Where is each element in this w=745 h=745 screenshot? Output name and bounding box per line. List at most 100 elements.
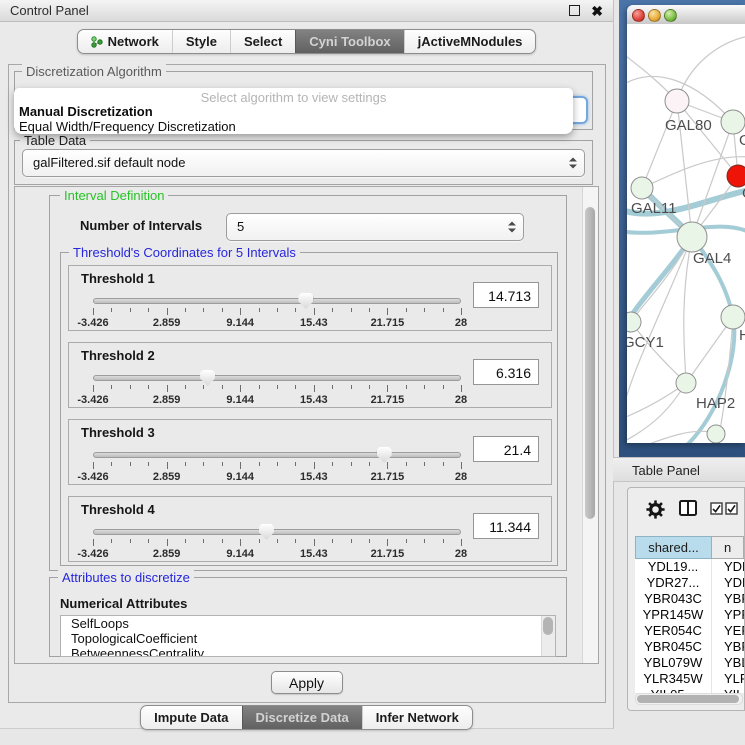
- slider-tick: [314, 308, 315, 315]
- network-node-gal80[interactable]: [665, 89, 689, 113]
- threshold-value-field[interactable]: 21.4: [473, 436, 539, 462]
- slider-handle[interactable]: [200, 370, 215, 386]
- threshold-value-field[interactable]: 14.713: [473, 282, 539, 308]
- minimize-traffic-light-icon[interactable]: [648, 9, 661, 22]
- table-data-value: galFiltered.sif default node: [33, 150, 185, 175]
- slider-tick: [148, 385, 149, 389]
- slider-track[interactable]: [93, 452, 461, 458]
- column-header[interactable]: n: [712, 536, 744, 559]
- slider-track[interactable]: [93, 529, 461, 535]
- slider-tick: [185, 462, 186, 466]
- network-window-titlebar[interactable]: [627, 5, 745, 25]
- slider-tick: [130, 308, 131, 312]
- slider-track[interactable]: [93, 298, 461, 304]
- slider-scale-label: 9.144: [226, 471, 254, 483]
- network-node-gal4[interactable]: [677, 222, 707, 252]
- column-header[interactable]: shared...: [635, 536, 712, 559]
- slider-tick: [332, 385, 333, 389]
- interval-definition-title: Interval Definition: [60, 188, 168, 203]
- slider-tick: [461, 385, 462, 392]
- tab-jactivemnodules[interactable]: jActiveMNodules: [404, 30, 536, 53]
- table-row[interactable]: YBL079WYBL0: [635, 655, 744, 671]
- threshold-value-field[interactable]: 11.344: [473, 513, 539, 539]
- close-traffic-light-icon[interactable]: [632, 9, 645, 22]
- slider-tick: [185, 539, 186, 543]
- network-node[interactable]: [707, 425, 725, 443]
- slider-tick: [222, 462, 223, 466]
- tab-label: Discretize Data: [256, 710, 349, 725]
- slider-tick: [424, 385, 425, 389]
- tab-cyni-toolbox[interactable]: Cyni Toolbox: [295, 30, 403, 53]
- tab-style[interactable]: Style: [172, 30, 230, 53]
- table-cell: YPR145W: [635, 607, 712, 623]
- table-panel-titlebar: Table Panel: [613, 457, 745, 482]
- tab-label: Style: [186, 34, 217, 49]
- tab-impute-data[interactable]: Impute Data: [141, 706, 241, 729]
- discretization-algorithm-group-title: Discretization Algorithm: [22, 64, 166, 79]
- algorithm-option[interactable]: Manual Discretization: [19, 104, 153, 119]
- algorithm-placeholder: Select algorithm to view settings: [14, 90, 573, 105]
- table-cell: YER0: [712, 623, 744, 639]
- tab-select[interactable]: Select: [230, 30, 295, 53]
- table-data-combobox[interactable]: galFiltered.sif default node: [22, 149, 585, 177]
- gear-icon[interactable]: [646, 500, 665, 519]
- attribute-list-item[interactable]: TopologicalCoefficient: [61, 631, 555, 646]
- tab-discretize-data[interactable]: Discretize Data: [242, 706, 362, 729]
- float-window-icon[interactable]: [569, 5, 580, 16]
- slider-handle[interactable]: [259, 524, 274, 540]
- apply-button[interactable]: Apply: [271, 671, 343, 694]
- zoom-traffic-light-icon[interactable]: [664, 9, 677, 22]
- threshold-slider[interactable]: -3.4262.8599.14415.4321.71528: [93, 523, 461, 559]
- table-row[interactable]: YLR345WYLR3: [635, 671, 744, 687]
- algorithm-option[interactable]: Equal Width/Frequency Discretization: [19, 119, 236, 134]
- tab-infer-network[interactable]: Infer Network: [362, 706, 472, 729]
- network-node-g[interactable]: [721, 110, 745, 134]
- number-of-intervals-label: Number of Intervals: [80, 218, 202, 233]
- table-cell: YBR045C: [635, 639, 712, 655]
- network-node-gal11[interactable]: [631, 177, 653, 199]
- table-row[interactable]: YDR27...YDR2: [635, 575, 744, 591]
- table-cell: YBL0: [712, 655, 744, 671]
- close-icon[interactable]: ✖: [591, 6, 603, 16]
- table-row[interactable]: YDL19...YDL1: [635, 559, 744, 575]
- table-scrollbar-thumb[interactable]: [637, 695, 739, 703]
- table-horizontal-scrollbar[interactable]: [635, 693, 743, 705]
- tab-label: Select: [244, 34, 282, 49]
- attributes-list-scrollbar[interactable]: [541, 616, 555, 656]
- number-of-intervals-spinner[interactable]: 5: [226, 213, 524, 241]
- slider-tick: [111, 308, 112, 312]
- slider-track[interactable]: [93, 375, 461, 381]
- slider-handle[interactable]: [298, 293, 313, 309]
- tab-network[interactable]: Network: [78, 30, 172, 53]
- table-row[interactable]: YBR045CYBR0: [635, 639, 744, 655]
- network-node-gcy1[interactable]: [627, 312, 641, 332]
- table-row[interactable]: YBR043CYBR0: [635, 591, 744, 607]
- threshold-slider[interactable]: -3.4262.8599.14415.4321.71528: [93, 446, 461, 482]
- checkbox-icon[interactable]: [710, 502, 723, 515]
- table-row[interactable]: YPR145WYPR1: [635, 607, 744, 623]
- threshold-slider[interactable]: -3.4262.8599.14415.4321.71528: [93, 369, 461, 405]
- slider-tick: [369, 462, 370, 466]
- split-columns-icon[interactable]: [679, 500, 697, 516]
- settings-scrollbar-thumb[interactable]: [585, 207, 595, 519]
- slider-tick: [406, 539, 407, 543]
- network-node-label: GAL4: [693, 250, 731, 267]
- network-canvas[interactable]: GAL80GCGAL11GAL4GCY1HHAP2: [627, 24, 745, 443]
- attribute-list-item[interactable]: SelfLoops: [61, 616, 555, 631]
- checkbox-icon[interactable]: [725, 502, 738, 515]
- slider-handle[interactable]: [377, 447, 392, 463]
- network-node-label: GCY1: [627, 334, 664, 351]
- threshold-slider[interactable]: -3.4262.8599.14415.4321.71528: [93, 292, 461, 328]
- slider-tick: [240, 539, 241, 546]
- threshold-value-field[interactable]: 6.316: [473, 359, 539, 385]
- thresholds-group-title: Threshold's Coordinates for 5 Intervals: [69, 245, 300, 260]
- network-node-h[interactable]: [721, 305, 745, 329]
- table-row[interactable]: YER054CYER0: [635, 623, 744, 639]
- attribute-list-item[interactable]: BetweennessCentrality: [61, 646, 555, 657]
- slider-tick: [369, 539, 370, 543]
- network-node-hap2[interactable]: [676, 373, 696, 393]
- network-node-c[interactable]: [727, 165, 745, 187]
- settings-scrollbar[interactable]: [582, 187, 598, 663]
- numerical-attributes-list[interactable]: SelfLoopsTopologicalCoefficientBetweenne…: [60, 615, 556, 657]
- slider-tick: [461, 308, 462, 315]
